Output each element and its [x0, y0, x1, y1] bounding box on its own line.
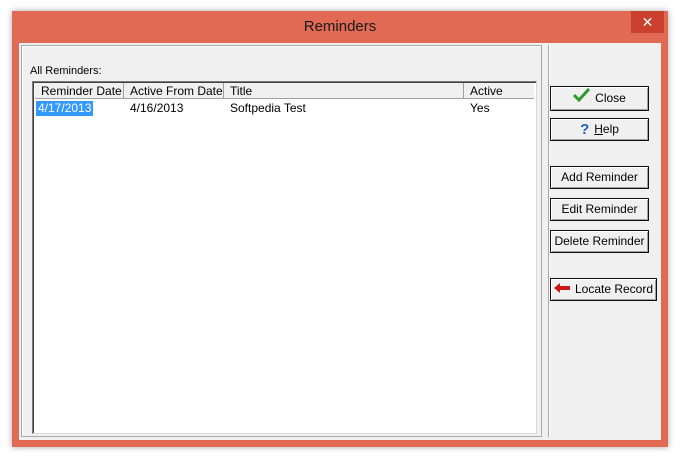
cell-reminder-date[interactable]: 4/17/2013 — [36, 101, 94, 116]
help-mnemonic: H — [594, 122, 603, 136]
title-bar[interactable]: Reminders ✕ — [12, 11, 668, 43]
arrow-left-icon — [553, 279, 570, 300]
locate-record-label: Locate Record — [574, 282, 654, 296]
vertical-divider — [548, 45, 549, 437]
reminders-group: All Reminders: Reminder Date Active From… — [21, 45, 542, 437]
cell-title[interactable]: Softpedia Test — [230, 101, 306, 116]
column-header-active-from-date[interactable]: Active From Date — [124, 83, 224, 99]
close-button[interactable]: Close — [550, 86, 649, 111]
close-button-label: Close — [595, 91, 626, 105]
all-reminders-label: All Reminders: — [30, 65, 102, 77]
delete-reminder-button[interactable]: Delete Reminder — [550, 230, 649, 253]
column-header-active[interactable]: Active — [464, 83, 534, 99]
column-header-reminder-date[interactable]: Reminder Date — [35, 83, 124, 99]
question-mark-icon: ? — [580, 121, 590, 139]
locate-record-button[interactable]: Locate Record — [550, 278, 657, 301]
cell-active-from-date[interactable]: 4/16/2013 — [130, 101, 183, 116]
reminders-window: Reminders ✕ All Reminders: Reminder Date… — [12, 11, 668, 447]
reminders-list[interactable]: Reminder Date Active From Date Title Act… — [32, 81, 537, 434]
add-reminder-button[interactable]: Add Reminder — [550, 166, 649, 189]
check-icon — [573, 87, 591, 110]
window-close-button[interactable]: ✕ — [631, 11, 664, 33]
dialog-body: All Reminders: Reminder Date Active From… — [19, 43, 661, 440]
edit-reminder-button[interactable]: Edit Reminder — [550, 198, 649, 221]
window-title: Reminders — [303, 18, 377, 35]
help-button[interactable]: ? Help — [550, 118, 649, 141]
column-header-title[interactable]: Title — [224, 83, 464, 99]
help-button-label: elp — [602, 122, 619, 136]
cell-active[interactable]: Yes — [470, 101, 490, 116]
